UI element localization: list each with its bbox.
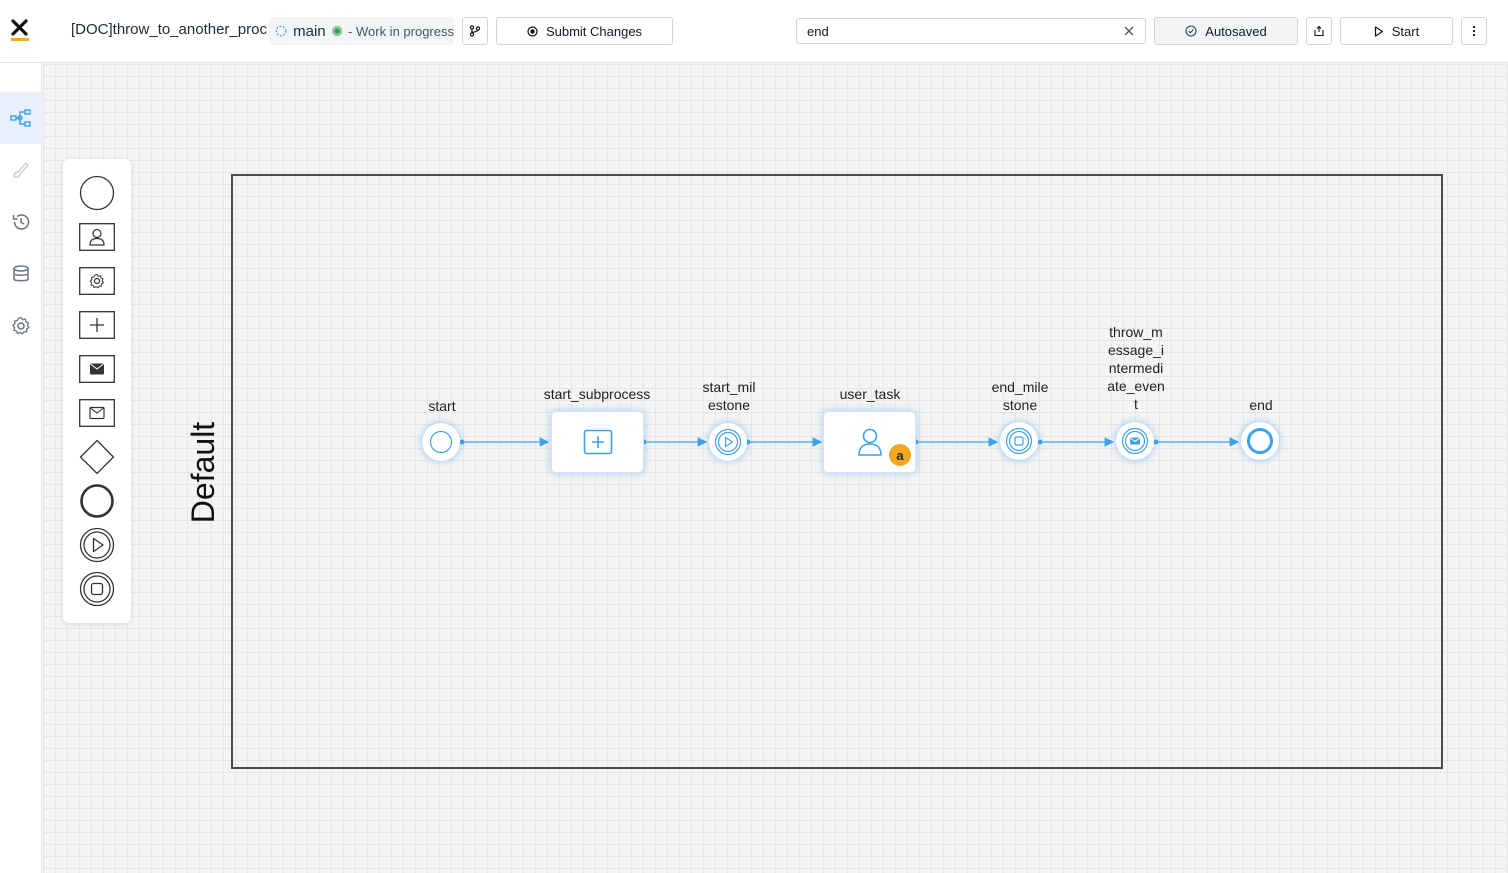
start-event-icon [79,175,115,211]
user-task-icon [857,428,882,456]
node-label-user-task: user_task [839,386,901,402]
message-catch-icon [79,399,115,427]
node-label-throw-message: throw_message_intermediate_event [1107,324,1165,412]
start-milestone-icon [714,428,742,456]
message-throw-icon [79,355,115,383]
node-label-start-milestone: start_milestone [702,379,756,413]
end-event[interactable] [1241,422,1279,460]
service-task-icon [79,267,115,295]
user-task-icon [79,223,115,251]
palette-subprocess[interactable] [79,307,115,343]
flow-start-milestone-to-user-task[interactable] [745,437,823,447]
end-milestone-icon [1005,427,1033,455]
node-label-end: end [1249,397,1273,413]
start-event[interactable] [422,423,460,461]
node-label-end-milestone: end_milestone [991,379,1049,413]
palette-message-catch[interactable] [79,395,115,431]
message-throw-icon [1121,427,1149,455]
palette-end-milestone[interactable] [79,571,115,607]
palette-service-task[interactable] [79,263,115,299]
flow-throw-message-to-end[interactable] [1153,437,1240,447]
throw-message-intermediate-event[interactable] [1116,422,1154,460]
end-milestone-event[interactable] [1000,422,1038,460]
end-milestone-icon [79,571,115,607]
start-milestone-event[interactable] [709,423,747,461]
palette-start-event[interactable] [79,175,115,211]
sequence-flows [459,437,1240,447]
palette-message-throw[interactable] [79,351,115,387]
start-subprocess-task[interactable] [551,411,644,473]
palette-user-task[interactable] [79,219,115,255]
element-palette [63,159,131,623]
assignee-badge[interactable]: a [889,444,911,466]
flow-start-to-subprocess[interactable] [459,437,550,447]
flow-subprocess-to-start-milestone[interactable] [641,437,708,447]
node-label-start-subprocess: start_subprocess [543,386,651,402]
subprocess-icon [79,311,115,339]
palette-start-milestone[interactable] [79,527,115,563]
end-event-icon [80,484,114,518]
gateway-icon [79,439,115,475]
palette-gateway[interactable] [79,439,115,475]
start-milestone-icon [79,527,115,563]
end-event-icon [1247,428,1273,454]
subprocess-icon [583,429,612,455]
node-label-start: start [428,398,456,414]
flow-user-task-to-end-milestone[interactable] [913,437,999,447]
palette-end-event[interactable] [79,483,115,519]
start-event-icon [429,430,453,454]
flow-end-milestone-to-throw-message[interactable] [1037,437,1115,447]
